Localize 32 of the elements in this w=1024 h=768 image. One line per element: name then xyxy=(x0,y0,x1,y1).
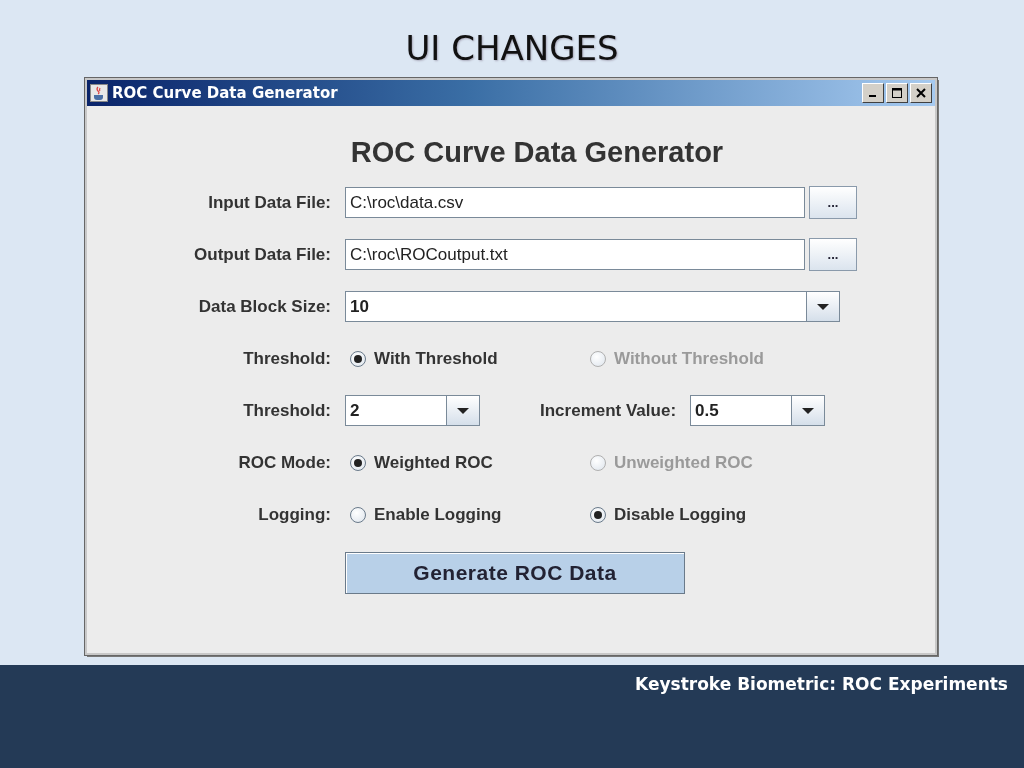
field-label: Threshold: xyxy=(243,348,331,369)
radio-option[interactable]: Disable Logging xyxy=(585,504,825,525)
dropdown[interactable]: 10 xyxy=(345,291,840,322)
close-icon[interactable] xyxy=(916,88,926,98)
form-heading: ROC Curve Data Generator xyxy=(349,135,725,170)
window-title: ROC Curve Data Generator xyxy=(112,84,338,102)
radio-option[interactable]: Weighted ROC xyxy=(345,452,585,473)
cup-icon xyxy=(90,84,108,102)
dropdown[interactable]: 2 xyxy=(345,395,480,426)
slide-title: UI CHANGES xyxy=(405,27,619,70)
radio-option[interactable]: With Threshold xyxy=(345,348,585,369)
field-label: Logging: xyxy=(258,504,331,525)
minimize-button[interactable] xyxy=(862,83,884,103)
field-label: Output Data File: xyxy=(194,244,331,265)
field-label: ROC Mode: xyxy=(238,452,331,473)
generate-button[interactable]: Generate ROC Data xyxy=(345,552,685,594)
field-label: Input Data File: xyxy=(208,192,331,213)
browse-button[interactable]: ... xyxy=(809,186,857,219)
footer-text: Keystroke Biometric: ROC Experiments xyxy=(635,674,1008,694)
close-button[interactable] xyxy=(910,83,932,103)
maximize-icon[interactable] xyxy=(892,88,902,98)
dropdown[interactable]: 0.5 xyxy=(690,395,826,426)
field-label: Threshold: xyxy=(243,400,331,421)
browse-button[interactable]: ... xyxy=(809,238,857,271)
radio-option: Unweighted ROC xyxy=(585,452,825,473)
radio-option: Without Threshold xyxy=(585,348,825,369)
text-field[interactable]: C:\roc\data.csv xyxy=(345,187,805,218)
radio-option[interactable]: Enable Logging xyxy=(345,504,585,525)
maximize-button[interactable] xyxy=(886,83,908,103)
text-field[interactable]: C:\roc\ROCoutput.txt xyxy=(345,239,805,270)
field-label: Increment Value: xyxy=(540,400,677,421)
field-label: Data Block Size: xyxy=(198,296,331,317)
